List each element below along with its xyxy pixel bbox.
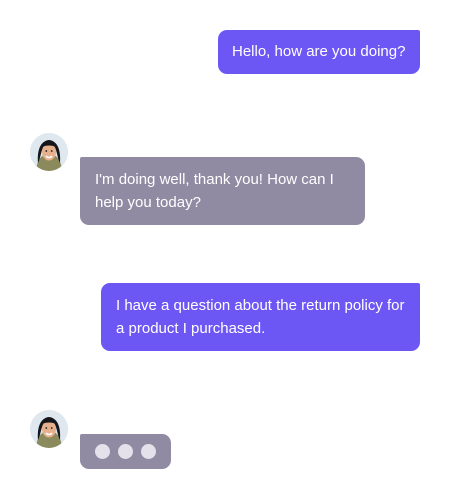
- message-text: I'm doing well, thank you! How can I hel…: [95, 171, 334, 211]
- message-bubble-outgoing: Hello, how are you doing?: [218, 30, 420, 74]
- typing-indicator: [80, 434, 171, 469]
- message-bubble-incoming: I'm doing well, thank you! How can I hel…: [80, 157, 365, 225]
- typing-dot: [118, 444, 133, 459]
- agent-avatar-icon: [30, 410, 68, 448]
- chat-window: Hello, how are you doing? I'm doing well…: [0, 0, 450, 499]
- typing-dot: [95, 444, 110, 459]
- message-text: I have a question about the return polic…: [116, 297, 405, 337]
- agent-avatar-icon: [30, 133, 68, 171]
- typing-dot: [141, 444, 156, 459]
- message-text: Hello, how are you doing?: [232, 43, 406, 60]
- message-bubble-outgoing: I have a question about the return polic…: [101, 283, 420, 351]
